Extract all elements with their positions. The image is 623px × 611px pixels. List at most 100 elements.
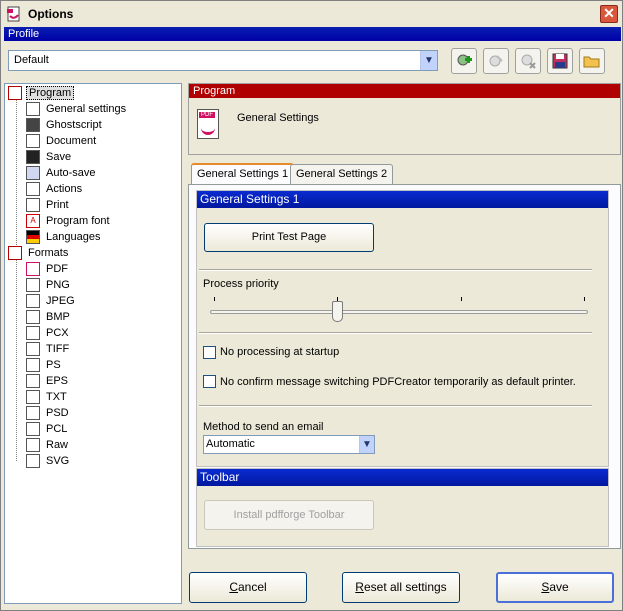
open-profile-button[interactable]: [579, 48, 605, 74]
process-priority-thumb[interactable]: [332, 301, 343, 322]
tree-item-bmp[interactable]: BMP: [26, 309, 72, 325]
no-processing-label: No processing at startup: [220, 346, 340, 358]
chevron-down-icon[interactable]: ▼: [359, 436, 374, 453]
tree-item-label: Formats: [28, 247, 69, 259]
panel-title: General Settings: [237, 112, 319, 124]
pdf-icon-label: PDF: [199, 112, 215, 118]
no-processing-checkbox[interactable]: [203, 346, 216, 359]
tree-item-pcl[interactable]: PCL: [26, 421, 69, 437]
rename-profile-button[interactable]: [483, 48, 509, 74]
separator: [199, 269, 592, 271]
app-icon: [6, 6, 22, 22]
tree-line: [16, 260, 17, 461]
txt-icon: [26, 390, 40, 404]
tree-item-general-settings[interactable]: General settings: [26, 101, 128, 117]
separator: [199, 405, 592, 407]
email-method-select[interactable]: Automatic ▼: [203, 435, 375, 454]
tree-item-label: Program: [26, 86, 75, 100]
tree-item-print[interactable]: Print: [26, 197, 71, 213]
program-icon: [8, 86, 22, 100]
reset-label: Reset all settings: [355, 580, 447, 594]
tree-item-ghostscript[interactable]: Ghostscript: [26, 117, 104, 133]
tree-item-formats[interactable]: Formats: [8, 245, 70, 261]
title-bar: Options ✕: [1, 1, 622, 27]
chevron-down-icon[interactable]: ▼: [420, 51, 437, 70]
tree-line: [16, 100, 17, 253]
save-button[interactable]: Save: [496, 572, 614, 603]
save-label: Save: [541, 580, 569, 594]
process-priority-slider[interactable]: [210, 310, 588, 314]
tree-item-label: Program font: [46, 215, 110, 227]
tree-item-label: PS: [46, 359, 61, 371]
font-icon: A: [26, 214, 40, 228]
tab-general-settings-2[interactable]: General Settings 2: [290, 164, 394, 184]
separator: [199, 332, 592, 334]
tree-item-raw[interactable]: Raw: [26, 437, 70, 453]
delete-profile-button[interactable]: [515, 48, 541, 74]
tree-item-auto-save[interactable]: Auto-save: [26, 165, 98, 181]
profile-header: Profile: [4, 27, 621, 41]
auto-save-icon: [26, 166, 40, 180]
tree-item-document[interactable]: Document: [26, 133, 98, 149]
settings-tree: Program General settings Ghostscript Doc…: [4, 83, 182, 604]
bmp-icon: [26, 310, 40, 324]
raw-icon: [26, 438, 40, 452]
pcx-icon: [26, 326, 40, 340]
slider-tick: [584, 297, 585, 301]
open-profile-icon: [583, 56, 600, 68]
tree-item-png[interactable]: PNG: [26, 277, 72, 293]
tree-item-save[interactable]: Save: [26, 149, 73, 165]
tree-item-program-font[interactable]: A Program font: [26, 213, 112, 229]
cancel-button[interactable]: Cancel: [189, 572, 307, 603]
profile-select-value: Default: [14, 54, 49, 66]
rename-profile-icon: [489, 55, 503, 67]
ghostscript-icon: [26, 118, 40, 132]
tree-item-tiff[interactable]: TIFF: [26, 341, 71, 357]
reset-all-settings-button[interactable]: Reset all settings: [342, 572, 460, 603]
tree-item-label: PNG: [46, 279, 70, 291]
tree-item-label: Languages: [46, 231, 101, 243]
tree-item-ps[interactable]: PS: [26, 357, 63, 373]
save-profile-button[interactable]: [547, 48, 573, 74]
save-profile-icon: [552, 53, 568, 69]
tree-item-label: Actions: [46, 183, 83, 195]
tree-item-eps[interactable]: EPS: [26, 373, 70, 389]
tree-item-label: Auto-save: [46, 167, 96, 179]
tree-item-label: EPS: [46, 375, 69, 387]
tree-item-svg[interactable]: SVG: [26, 453, 71, 469]
no-confirm-checkbox[interactable]: [203, 375, 216, 388]
tree-item-pdf[interactable]: PDF: [26, 261, 70, 277]
close-button[interactable]: ✕: [600, 5, 618, 23]
tree-item-label: Raw: [46, 439, 69, 451]
slider-tick: [461, 297, 462, 301]
tab-general-settings-1[interactable]: General Settings 1: [191, 163, 295, 185]
toolbar-group-header: Toolbar: [197, 469, 608, 486]
profile-select[interactable]: Default ▼: [8, 50, 438, 71]
tree-item-label: BMP: [46, 311, 70, 323]
print-test-page-button[interactable]: Print Test Page: [204, 223, 374, 252]
tree-item-actions[interactable]: Actions: [26, 181, 84, 197]
tree-item-jpeg[interactable]: JPEG: [26, 293, 77, 309]
no-confirm-label: No confirm message switching PDFCreator …: [220, 376, 576, 388]
tree-item-program[interactable]: Program: [8, 85, 75, 101]
tree-item-languages[interactable]: Languages: [26, 229, 102, 245]
add-profile-button[interactable]: [451, 48, 477, 74]
pdf-icon: [26, 262, 40, 276]
flag-icon: [26, 230, 40, 244]
add-profile-icon: [457, 54, 472, 66]
actions-icon: [26, 182, 40, 196]
ps-icon: [26, 358, 40, 372]
psd-icon: [26, 406, 40, 420]
tree-item-label: General settings: [46, 103, 127, 115]
tree-item-txt[interactable]: TXT: [26, 389, 69, 405]
tree-item-pcx[interactable]: PCX: [26, 325, 71, 341]
cancel-label: Cancel: [229, 580, 267, 594]
install-toolbar-button[interactable]: Install pdfforge Toolbar: [204, 500, 374, 530]
tree-item-label: TXT: [46, 391, 67, 403]
tree-item-label: Document: [46, 135, 97, 147]
process-priority-label: Process priority: [203, 278, 279, 290]
floppy-icon: [26, 150, 40, 164]
tree-item-psd[interactable]: PSD: [26, 405, 71, 421]
svg-icon: [26, 454, 40, 468]
document-icon: [26, 134, 40, 148]
